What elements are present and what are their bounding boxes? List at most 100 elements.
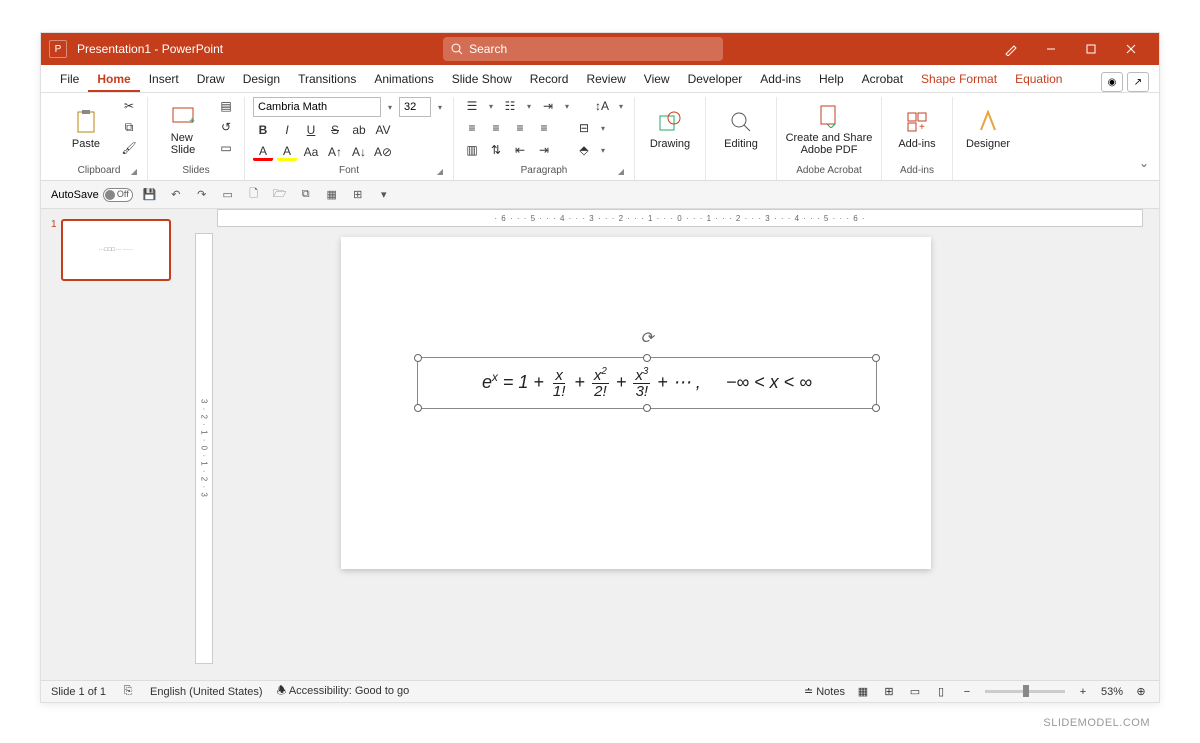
strike-button[interactable]: S — [325, 121, 345, 139]
resize-handle-se[interactable] — [872, 404, 880, 412]
zoom-out-button[interactable]: − — [959, 684, 975, 700]
columns-button[interactable]: ▥ — [462, 141, 482, 159]
addins-button[interactable]: + Add-ins — [890, 97, 944, 161]
pen-icon[interactable] — [991, 33, 1031, 65]
slide-canvas[interactable]: ⟳ ex = 1 + x1! + x22! + x33! + ⋯ , −∞ < … — [341, 237, 931, 569]
tab-draw[interactable]: Draw — [188, 68, 234, 92]
shrink-font-button[interactable]: A↓ — [349, 143, 369, 161]
clear-format-button[interactable]: A⊘ — [373, 143, 393, 161]
slideshow-view-button[interactable]: ▯ — [933, 684, 949, 700]
tab-design[interactable]: Design — [234, 68, 289, 92]
bold-button[interactable]: B — [253, 121, 273, 139]
copy-button[interactable]: ⧉ — [119, 118, 139, 136]
tab-acrobat[interactable]: Acrobat — [853, 68, 912, 92]
font-size-combo[interactable]: 32 — [399, 97, 431, 117]
rotate-handle[interactable]: ⟳ — [640, 328, 653, 348]
justify-button[interactable]: ≡ — [534, 119, 554, 137]
search-box[interactable]: Search — [443, 37, 723, 61]
resize-handle-nw[interactable] — [414, 354, 422, 362]
cut-button[interactable]: ✂ — [119, 97, 139, 115]
designer-button[interactable]: Designer — [961, 97, 1015, 161]
tab-transitions[interactable]: Transitions — [289, 68, 365, 92]
drawing-button[interactable]: Drawing — [643, 97, 697, 161]
resize-handle-n[interactable] — [643, 354, 651, 362]
qat-icon-5[interactable]: ▦ — [323, 186, 341, 204]
line-spacing-button[interactable]: ⇅ — [486, 141, 506, 159]
paste-button[interactable]: Paste — [59, 97, 113, 161]
italic-button[interactable]: I — [277, 121, 297, 139]
tab-record[interactable]: Record — [521, 68, 578, 92]
qat-icon-1[interactable]: ▭ — [219, 186, 237, 204]
change-case-button[interactable]: Aa — [301, 143, 321, 161]
zoom-level[interactable]: 53% — [1101, 686, 1123, 698]
language-label[interactable]: English (United States) — [150, 686, 263, 698]
qat-icon-2[interactable]: 🗋 — [245, 186, 263, 204]
format-painter-button[interactable]: 🖌 — [119, 139, 139, 157]
tab-file[interactable]: File — [51, 68, 88, 92]
align-center-button[interactable]: ≡ — [486, 119, 506, 137]
notes-button[interactable]: ≐ Notes — [804, 685, 845, 698]
autosave-toggle[interactable]: AutoSave Off — [51, 188, 133, 202]
indent-button[interactable]: ⇥ — [538, 97, 558, 115]
create-pdf-button[interactable]: Create and Share Adobe PDF — [785, 97, 873, 161]
editing-button[interactable]: Editing — [714, 97, 768, 161]
fit-button[interactable]: ⊕ — [1133, 684, 1149, 700]
close-button[interactable] — [1111, 33, 1151, 65]
tab-animations[interactable]: Animations — [365, 68, 442, 92]
new-slide-button[interactable]: + New Slide — [156, 97, 210, 161]
qat-icon-4[interactable]: ⧉ — [297, 186, 315, 204]
align-right-button[interactable]: ≡ — [510, 119, 530, 137]
save-button[interactable]: 💾 — [141, 186, 159, 204]
font-color-button[interactable]: A — [253, 143, 273, 161]
decrease-indent-button[interactable]: ⇤ — [510, 141, 530, 159]
resize-handle-ne[interactable] — [872, 354, 880, 362]
tab-slideshow[interactable]: Slide Show — [443, 68, 521, 92]
grow-font-button[interactable]: A↑ — [325, 143, 345, 161]
maximize-button[interactable] — [1071, 33, 1111, 65]
zoom-in-button[interactable]: + — [1075, 684, 1091, 700]
tab-shape-format[interactable]: Shape Format — [912, 68, 1006, 92]
resize-handle-sw[interactable] — [414, 404, 422, 412]
layout-button[interactable]: ▤ — [216, 97, 236, 115]
tab-review[interactable]: Review — [577, 68, 634, 92]
bullets-button[interactable]: ☰ — [462, 97, 482, 115]
share-button[interactable]: ↗ — [1127, 72, 1149, 92]
minimize-button[interactable] — [1031, 33, 1071, 65]
normal-view-button[interactable]: ▦ — [855, 684, 871, 700]
tab-view[interactable]: View — [635, 68, 679, 92]
tab-equation[interactable]: Equation — [1006, 68, 1071, 92]
qat-icon-7[interactable]: ▾ — [375, 186, 393, 204]
highlight-button[interactable]: A — [277, 143, 297, 161]
qat-icon-6[interactable]: ⊞ — [349, 186, 367, 204]
align-left-button[interactable]: ≡ — [462, 119, 482, 137]
group-adobe: Create and Share Adobe PDF Adobe Acrobat — [777, 97, 882, 180]
text-direction-button[interactable]: ↕A — [592, 97, 612, 115]
accessibility-label[interactable]: 🕭 Accessibility: Good to go — [277, 682, 410, 701]
tab-home[interactable]: Home — [88, 68, 139, 92]
underline-button[interactable]: U — [301, 121, 321, 139]
section-button[interactable]: ▭ — [216, 139, 236, 157]
collapse-ribbon-button[interactable]: ⌄ — [1139, 156, 1149, 170]
redo-button[interactable]: ↷ — [193, 186, 211, 204]
reading-view-button[interactable]: ▭ — [907, 684, 923, 700]
tab-developer[interactable]: Developer — [679, 68, 752, 92]
increase-indent-button[interactable]: ⇥ — [534, 141, 554, 159]
tab-help[interactable]: Help — [810, 68, 853, 92]
sorter-view-button[interactable]: ⊞ — [881, 684, 897, 700]
undo-button[interactable]: ↶ — [167, 186, 185, 204]
smartart-button[interactable]: ⬘ — [574, 141, 594, 159]
slide-thumbnail-1[interactable]: ···□□□··· ····· — [61, 219, 171, 281]
numbering-button[interactable]: ☷ — [500, 97, 520, 115]
align-text-button[interactable]: ⊟ — [574, 119, 594, 137]
tab-addins[interactable]: Add-ins — [751, 68, 810, 92]
font-name-combo[interactable]: Cambria Math — [253, 97, 381, 117]
record-indicator[interactable]: ◉ — [1101, 72, 1123, 92]
reset-button[interactable]: ↺ — [216, 118, 236, 136]
char-spacing-button[interactable]: AV — [373, 121, 393, 139]
qat-icon-3[interactable]: 🗁 — [271, 186, 289, 204]
zoom-slider[interactable] — [985, 690, 1065, 693]
tab-insert[interactable]: Insert — [140, 68, 188, 92]
equation-text-box[interactable]: ⟳ ex = 1 + x1! + x22! + x33! + ⋯ , −∞ < … — [417, 357, 877, 409]
shadow-button[interactable]: ab — [349, 121, 369, 139]
resize-handle-s[interactable] — [643, 404, 651, 412]
